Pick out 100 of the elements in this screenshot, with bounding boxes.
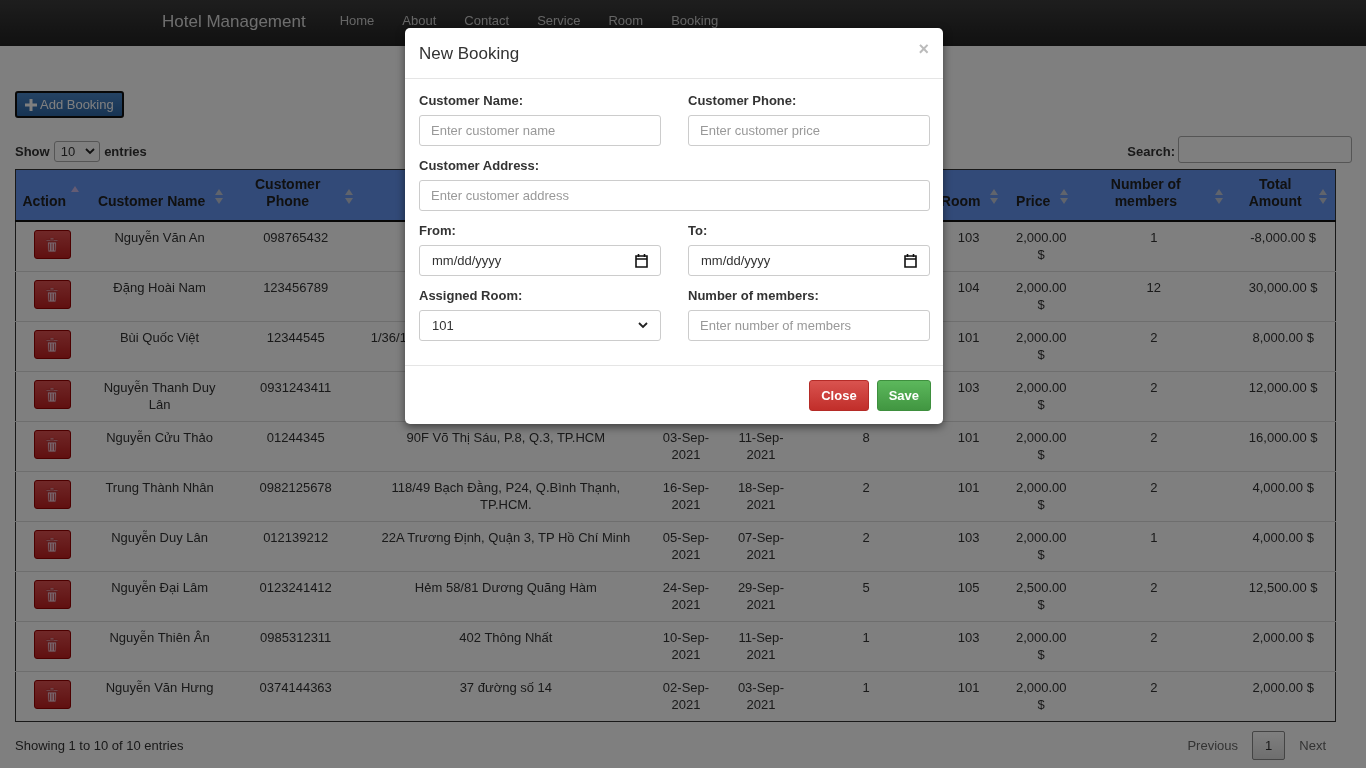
trash-icon bbox=[46, 237, 59, 252]
chevron-down-icon bbox=[85, 147, 96, 155]
phone-number: 123456789 bbox=[263, 280, 329, 295]
brand-title[interactable]: Hotel Management bbox=[162, 13, 306, 31]
price: 2,000.00 $ bbox=[1015, 430, 1067, 462]
price: 2,000.00 $ bbox=[1015, 630, 1067, 662]
delete-button[interactable] bbox=[33, 230, 71, 259]
total-amount: 4,000.00 $ bbox=[1252, 480, 1314, 495]
room-select[interactable]: 101 bbox=[419, 310, 661, 341]
trash-icon bbox=[46, 587, 59, 602]
nav-link[interactable]: Booking bbox=[657, 14, 733, 28]
member-count: 2 bbox=[1150, 330, 1158, 345]
column-header[interactable]: Number of members bbox=[1076, 169, 1232, 221]
column-header[interactable]: Price bbox=[1006, 169, 1077, 221]
member-count: 1 bbox=[1150, 530, 1158, 545]
room-number: 101 bbox=[957, 330, 980, 345]
customer-name: Đặng Hoài Nam bbox=[113, 280, 206, 295]
room-number: 104 bbox=[957, 280, 980, 295]
member-count: 1 bbox=[1150, 230, 1158, 245]
phone-number: 0374144363 bbox=[259, 680, 332, 695]
input-field[interactable]: Enter customer address bbox=[419, 180, 930, 211]
trash-icon bbox=[46, 487, 59, 502]
close-dialog-button[interactable]: Close bbox=[809, 380, 869, 411]
total-amount: 12,500.00 $ bbox=[1248, 580, 1318, 595]
delete-button[interactable] bbox=[33, 580, 71, 609]
date: 02-Sep-2021 bbox=[662, 680, 710, 712]
member-count: 12 bbox=[1146, 280, 1161, 295]
add-booking-button[interactable]: Add Booking bbox=[15, 91, 124, 118]
next-link[interactable]: Next bbox=[1285, 732, 1340, 759]
nav-link[interactable]: Home bbox=[325, 14, 389, 28]
delete-button[interactable] bbox=[33, 380, 71, 409]
date-field[interactable]: mm/dd/yyyy bbox=[419, 245, 661, 276]
delete-button[interactable] bbox=[33, 530, 71, 559]
room-number: 103 bbox=[957, 230, 980, 245]
address: 90F Võ Thị Sáu, P.8, Q.3, TP.HCM bbox=[406, 430, 606, 445]
field-label: Assigned Room: bbox=[419, 288, 524, 303]
room-number: 101 bbox=[957, 680, 980, 695]
total-amount: 2,000.00 $ bbox=[1252, 630, 1314, 645]
trash-icon bbox=[46, 537, 59, 552]
phone-number: 0985312311 bbox=[260, 630, 332, 645]
column-header[interactable]: Action bbox=[15, 169, 89, 221]
close-button[interactable]: × bbox=[918, 42, 929, 56]
member-count: 2 bbox=[1150, 380, 1158, 395]
delete-button[interactable] bbox=[33, 330, 71, 359]
nav-link[interactable]: Room bbox=[594, 14, 658, 28]
table-cell: 8 bbox=[862, 430, 870, 445]
table-cell: 2 bbox=[862, 530, 870, 545]
trash-icon bbox=[46, 387, 59, 402]
previous-link[interactable]: Previous bbox=[1173, 732, 1253, 759]
page-button[interactable]: 1 bbox=[1252, 731, 1286, 760]
input-field[interactable]: Enter customer name bbox=[419, 115, 661, 146]
total-amount: 30,000.00 $ bbox=[1248, 280, 1318, 295]
date: 03-Sep-2021 bbox=[662, 430, 710, 462]
delete-button[interactable] bbox=[33, 480, 71, 509]
room-number: 103 bbox=[957, 630, 980, 645]
trash-icon bbox=[46, 437, 59, 452]
column-header[interactable]: Customer Name bbox=[88, 169, 231, 221]
customer-name: Nguyễn Văn An bbox=[114, 230, 205, 245]
price: 2,000.00 $ bbox=[1015, 380, 1067, 412]
customer-name: Nguyễn Đại Lâm bbox=[111, 580, 208, 595]
phone-number: 0931243411 bbox=[260, 380, 332, 395]
total-amount: 4,000.00 $ bbox=[1252, 530, 1314, 545]
calendar-icon bbox=[904, 253, 917, 268]
customer-name: Nguyễn Cửu Thảo bbox=[106, 430, 213, 445]
date-field[interactable]: mm/dd/yyyy bbox=[688, 245, 930, 276]
date: 18-Sep-2021 bbox=[737, 480, 785, 512]
delete-button[interactable] bbox=[33, 280, 71, 309]
column-header[interactable]: Customer Phone bbox=[230, 169, 361, 221]
field-label: Number of members: bbox=[688, 288, 820, 303]
input-field[interactable]: Enter customer price bbox=[688, 115, 930, 146]
entries-info: Showing 1 to 10 of 10 entries bbox=[15, 738, 184, 753]
total-amount: 16,000.00 $ bbox=[1248, 430, 1318, 445]
trash-icon bbox=[46, 337, 59, 352]
member-count: 2 bbox=[1150, 680, 1158, 695]
delete-button[interactable] bbox=[33, 430, 71, 459]
search-label: Search: bbox=[1127, 143, 1175, 159]
price: 2,000.00 $ bbox=[1015, 330, 1067, 362]
price: 2,500.00 $ bbox=[1015, 580, 1067, 612]
field-label: From: bbox=[419, 223, 457, 238]
room-number: 103 bbox=[957, 380, 980, 395]
price: 2,000.00 $ bbox=[1015, 530, 1067, 562]
delete-button[interactable] bbox=[33, 630, 71, 659]
show-label: Show bbox=[15, 143, 50, 159]
phone-number: 01244345 bbox=[266, 430, 325, 445]
nav-link[interactable]: Contact bbox=[450, 14, 524, 28]
room-number: 101 bbox=[957, 430, 980, 445]
search-field[interactable] bbox=[1178, 135, 1352, 163]
column-header[interactable]: Total Amount bbox=[1231, 169, 1336, 221]
nav-link[interactable]: Service bbox=[523, 14, 595, 28]
save-button[interactable]: Save bbox=[876, 380, 931, 411]
customer-name: Bùi Quốc Việt bbox=[119, 330, 200, 345]
delete-button[interactable] bbox=[33, 680, 71, 709]
input-field[interactable]: Enter number of members bbox=[688, 310, 930, 341]
price: 2,000.00 $ bbox=[1015, 480, 1067, 512]
customer-name: Nguyễn Duy Lân bbox=[111, 530, 208, 545]
nav-link[interactable]: About bbox=[388, 14, 451, 28]
trash-icon bbox=[46, 687, 59, 702]
member-count: 2 bbox=[1150, 430, 1158, 445]
address: 22A Trương Định, Quận 3, TP Hồ Chí Minh bbox=[381, 530, 631, 545]
entries-select[interactable]: 10 bbox=[53, 140, 101, 162]
